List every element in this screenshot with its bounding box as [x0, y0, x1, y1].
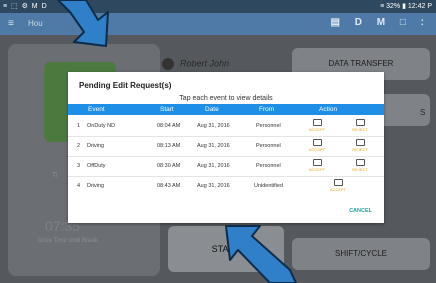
reject-icon [355, 159, 365, 166]
table-header: Event Start Date From Action [68, 104, 384, 115]
col-action: Action [319, 106, 338, 113]
shift-cycle-button[interactable]: SHIFT/CYCLE [292, 238, 430, 270]
row-event: Driving [87, 143, 105, 149]
row-number: 1 [77, 123, 81, 129]
status-icons-left: ≡ ⬚ ⚙ M D [3, 3, 48, 10]
row-start: 08:04 AM [157, 123, 181, 129]
col-from: From [259, 106, 275, 113]
arrow-down-icon [57, 0, 109, 47]
row-from: Unidentified [254, 183, 284, 189]
status-battery-time: ≡ 32% ▮ 12:42 P [380, 3, 432, 10]
table-row[interactable]: 2 Driving 08:13 AM Aug 31, 2016 Personne… [68, 137, 384, 157]
accept-icon [312, 139, 322, 146]
table-row[interactable]: 3 OffDuty 08:30 AM Aug 31, 2016 Personne… [68, 157, 384, 177]
reject-icon [355, 119, 365, 126]
avatar-icon [162, 58, 174, 70]
accept-button[interactable]: ACCEPT [327, 179, 349, 192]
user-name: Robert John [180, 58, 230, 69]
row-number: 4 [77, 183, 81, 189]
reject-icon [355, 139, 365, 146]
accept-icon [312, 119, 322, 126]
cancel-button[interactable]: CANCEL [349, 208, 372, 214]
row-from: Personnel [256, 123, 281, 129]
accept-icon [333, 179, 343, 186]
row-from: Personnel [256, 143, 281, 149]
user-info: Robert John [162, 58, 229, 70]
reject-button[interactable]: REJECT [349, 119, 371, 132]
app-title: Hou [28, 19, 43, 28]
col-start: Start [160, 106, 174, 113]
accept-button[interactable]: ACCEPT [306, 139, 328, 152]
accept-icon [312, 159, 322, 166]
pending-edit-dialog: Pending Edit Request(s) Tap each event t… [68, 72, 384, 223]
row-start: 08:43 AM [157, 183, 181, 189]
app-bar-actions[interactable]: ▤ D M □ : [331, 17, 430, 28]
row-event: OnDuty ND [87, 123, 116, 129]
row-number: 3 [77, 163, 81, 169]
accept-button[interactable]: ACCEPT [306, 159, 328, 172]
menu-button-2-label: S [420, 108, 426, 117]
table-row[interactable]: 4 Driving 08:43 AM Aug 31, 2016 Unidenti… [68, 177, 384, 196]
row-from: Personnel [256, 163, 281, 169]
reject-button[interactable]: REJECT [349, 159, 371, 172]
row-start: 08:30 AM [157, 163, 181, 169]
row-date: Aug 31, 2016 [197, 163, 230, 169]
col-event: Event [88, 106, 105, 113]
table-row[interactable]: 1 OnDuty ND 08:04 AM Aug 31, 2016 Person… [68, 117, 384, 137]
row-event: Driving [87, 183, 105, 189]
drive-time-label: Drive Time Until Break [38, 238, 98, 244]
row-start: 08:13 AM [157, 143, 181, 149]
accept-button[interactable]: ACCEPT [306, 119, 328, 132]
col-date: Date [205, 106, 219, 113]
row-date: Aug 31, 2016 [197, 123, 230, 129]
row-event: OffDuty [87, 163, 106, 169]
time-label-truncated: Ti [52, 172, 58, 179]
reject-button[interactable]: REJECT [349, 139, 371, 152]
menu-icon[interactable]: ≡ [8, 18, 14, 29]
row-date: Aug 31, 2016 [197, 183, 230, 189]
row-date: Aug 31, 2016 [197, 143, 230, 149]
dialog-hint: Tap each event to view details [179, 95, 273, 102]
row-number: 2 [77, 143, 81, 149]
dialog-title: Pending Edit Request(s) [79, 81, 172, 90]
arrow-up-icon [225, 225, 297, 283]
